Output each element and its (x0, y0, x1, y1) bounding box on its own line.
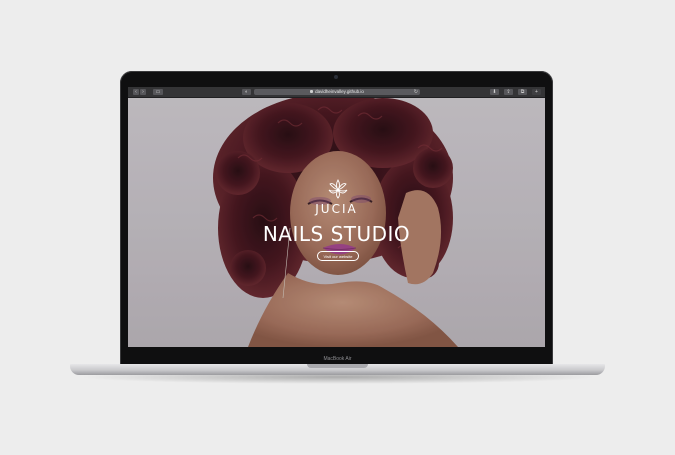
laptop-base (70, 364, 605, 375)
laptop-screen: ‹ › ▭ ◐ davidheinvalley.github.io ↻ ⬇ ⇪ … (128, 87, 545, 347)
back-button[interactable]: ‹ (133, 89, 139, 95)
share-button[interactable]: ⇪ (504, 89, 513, 95)
add-tab-button[interactable]: + (532, 89, 541, 95)
url-text: davidheinvalley.github.io (315, 89, 364, 94)
download-button[interactable]: ⬇ (490, 89, 499, 95)
lotus-icon (328, 179, 348, 199)
lock-icon (310, 90, 314, 94)
reload-icon[interactable]: ↻ (414, 89, 418, 95)
base-notch (307, 364, 368, 368)
website-hero: JUCIA NAILS STUDIO Visit our website (128, 98, 545, 347)
page-title: NAILS STUDIO (262, 222, 411, 246)
webcam-icon (334, 75, 338, 79)
brand-name: JUCIA (315, 202, 358, 216)
forward-button[interactable]: › (140, 89, 146, 95)
address-bar[interactable]: davidheinvalley.github.io ↻ (254, 89, 420, 95)
visit-website-button[interactable]: Visit our website (317, 251, 359, 261)
model-label: MacBook Air (323, 356, 352, 362)
laptop-lid: ‹ › ▭ ◐ davidheinvalley.github.io ↻ ⬇ ⇪ … (120, 71, 553, 365)
shield-icon[interactable]: ◐ (242, 89, 251, 95)
tabs-button[interactable]: ⧉ (518, 89, 527, 95)
sidebar-button[interactable]: ▭ (153, 89, 163, 95)
browser-toolbar: ‹ › ▭ ◐ davidheinvalley.github.io ↻ ⬇ ⇪ … (128, 87, 545, 98)
